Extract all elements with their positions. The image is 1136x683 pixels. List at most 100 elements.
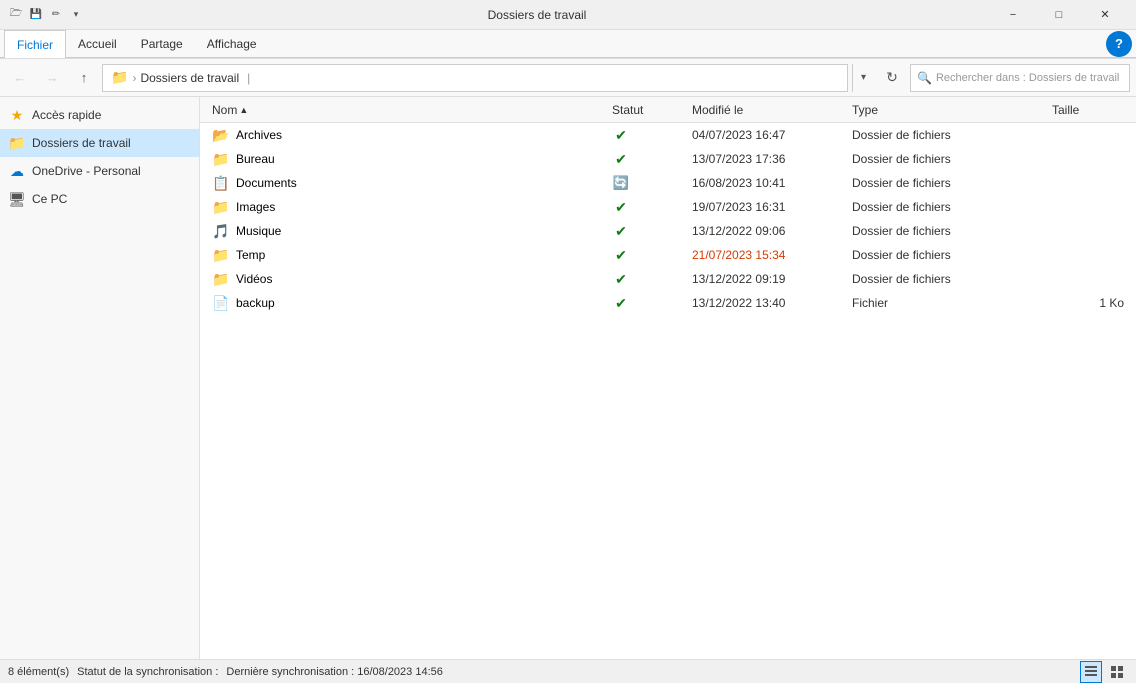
table-row[interactable]: 📁 Images ✔ 19/07/2023 16:31 Dossier de f… — [200, 195, 1136, 219]
tab-accueil[interactable]: Accueil — [66, 30, 129, 58]
file-name: Vidéos — [236, 272, 272, 286]
table-row[interactable]: 📄 backup ✔ 13/12/2022 13:40 Fichier 1 Ko — [200, 291, 1136, 315]
table-row[interactable]: 📁 Temp ✔ 21/07/2023 15:34 Dossier de fic… — [200, 243, 1136, 267]
music-folder-icon: 🎵 — [212, 222, 230, 240]
tab-affichage[interactable]: Affichage — [195, 30, 269, 58]
refresh-button[interactable]: ↻ — [878, 64, 906, 92]
sidebar-label-onedrive: OneDrive - Personal — [32, 164, 141, 178]
col-header-modifie[interactable]: Modifié le — [688, 103, 848, 117]
sync-icon: ✔ — [612, 270, 630, 288]
file-name: Bureau — [236, 152, 275, 166]
title-icon-3: ✏ — [48, 7, 64, 23]
modified-cell: 13/07/2023 17:36 — [688, 152, 848, 166]
file-list: Nom ▲ Statut Modifié le Type Taille 📂 Ar… — [200, 97, 1136, 659]
file-name-cell: 🎵 Musique — [208, 222, 608, 240]
file-icon: 📄 — [212, 294, 230, 312]
forward-button[interactable]: → — [38, 64, 66, 92]
status-bar: 8 élément(s) Statut de la synchronisatio… — [0, 659, 1136, 683]
tab-fichier[interactable]: Fichier — [4, 30, 66, 58]
col-statut-label: Statut — [612, 103, 643, 117]
tab-partage[interactable]: Partage — [129, 30, 195, 58]
syncing-icon: 🔄 — [612, 174, 630, 192]
type-cell: Dossier de fichiers — [848, 200, 1048, 214]
address-bar: ← → ↑ 📁 › Dossiers de travail | ▾ ↻ 🔍 Re… — [0, 59, 1136, 97]
type-cell: Dossier de fichiers — [848, 224, 1048, 238]
modified-cell: 13/12/2022 09:06 — [688, 224, 848, 238]
modified-cell: 13/12/2022 09:19 — [688, 272, 848, 286]
type-cell: Dossier de fichiers — [848, 248, 1048, 262]
back-button[interactable]: ← — [6, 64, 34, 92]
file-name-cell: 📂 Archives — [208, 126, 608, 144]
maximize-button[interactable]: □ — [1036, 0, 1082, 30]
sidebar-item-acces-rapide[interactable]: ★ Accès rapide — [0, 101, 199, 129]
col-header-taille[interactable]: Taille — [1048, 103, 1128, 117]
sync-icon: ✔ — [612, 126, 630, 144]
tiles-view-button[interactable] — [1106, 661, 1128, 683]
folder-work-icon: 📁 — [8, 134, 26, 152]
col-header-type[interactable]: Type — [848, 103, 1048, 117]
col-header-nom[interactable]: Nom ▲ — [208, 103, 608, 117]
sidebar-item-dossiers-de-travail[interactable]: 📁 Dossiers de travail — [0, 129, 199, 157]
last-sync: Dernière synchronisation : 16/08/2023 14… — [226, 666, 442, 678]
file-name: Images — [236, 200, 275, 214]
col-type-label: Type — [852, 103, 878, 117]
up-button[interactable]: ↑ — [70, 64, 98, 92]
file-name: Musique — [236, 224, 281, 238]
path-separator: › — [132, 71, 136, 85]
minimize-button[interactable]: − — [990, 0, 1036, 30]
app-icon: 🗁 — [8, 7, 24, 23]
table-row[interactable]: 📁 Bureau ✔ 13/07/2023 17:36 Dossier de f… — [200, 147, 1136, 171]
help-button[interactable]: ? — [1106, 31, 1132, 57]
title-icon-qat: ▾ — [68, 7, 84, 23]
search-box[interactable]: 🔍 Rechercher dans : Dossiers de travail — [910, 64, 1130, 92]
sync-icon: ✔ — [612, 222, 630, 240]
modified-cell: 21/07/2023 15:34 — [688, 248, 848, 262]
file-name-cell: 📋 Documents — [208, 174, 608, 192]
details-view-button[interactable] — [1080, 661, 1102, 683]
tiles-view-icon — [1110, 665, 1124, 679]
cursor-indicator: | — [247, 71, 250, 85]
search-icon: 🔍 — [917, 71, 932, 85]
type-cell: Dossier de fichiers — [848, 152, 1048, 166]
path-folder-icon: 📁 — [111, 69, 128, 86]
path-current: Dossiers de travail — [140, 71, 239, 85]
status-cell: ✔ — [608, 198, 688, 216]
sidebar-label-ce-pc: Ce PC — [32, 192, 67, 206]
status-cell: ✔ — [608, 246, 688, 264]
file-name: Temp — [236, 248, 265, 262]
title-icon-2: 💾 — [28, 7, 44, 23]
folder-temp-icon: 📁 — [212, 246, 230, 264]
star-icon: ★ — [8, 106, 26, 124]
address-dropdown[interactable]: ▾ — [852, 64, 874, 92]
sidebar-label-dossiers: Dossiers de travail — [32, 136, 131, 150]
sync-icon: ✔ — [612, 246, 630, 264]
table-row[interactable]: 📋 Documents 🔄 16/08/2023 10:41 Dossier d… — [200, 171, 1136, 195]
status-cell: ✔ — [608, 270, 688, 288]
col-header-statut[interactable]: Statut — [608, 103, 688, 117]
close-button[interactable]: ✕ — [1082, 0, 1128, 30]
folder-images-icon: 📁 — [212, 198, 230, 216]
sidebar: ★ Accès rapide 📁 Dossiers de travail ☁ O… — [0, 97, 200, 659]
sidebar-item-ce-pc[interactable]: 🖥 Ce PC — [0, 185, 199, 213]
type-cell: Dossier de fichiers — [848, 128, 1048, 142]
file-list-header: Nom ▲ Statut Modifié le Type Taille — [200, 97, 1136, 123]
table-row[interactable]: 📁 Vidéos ✔ 13/12/2022 09:19 Dossier de f… — [200, 267, 1136, 291]
sync-icon: ✔ — [612, 294, 630, 312]
type-cell: Dossier de fichiers — [848, 176, 1048, 190]
item-count: 8 élément(s) — [8, 666, 69, 678]
sync-status-label: Statut de la synchronisation : — [77, 666, 218, 678]
cloud-icon: ☁ — [8, 162, 26, 180]
file-name-cell: 📁 Images — [208, 198, 608, 216]
table-row[interactable]: 📂 Archives ✔ 04/07/2023 16:47 Dossier de… — [200, 123, 1136, 147]
file-name-cell: 📁 Bureau — [208, 150, 608, 168]
address-path[interactable]: 📁 › Dossiers de travail | — [102, 64, 848, 92]
modified-cell: 19/07/2023 16:31 — [688, 200, 848, 214]
table-row[interactable]: 🎵 Musique ✔ 13/12/2022 09:06 Dossier de … — [200, 219, 1136, 243]
size-cell: 1 Ko — [1048, 296, 1128, 310]
status-cell: ✔ — [608, 222, 688, 240]
window-title: Dossiers de travail — [84, 8, 990, 22]
ribbon: Fichier Accueil Partage Affichage ? — [0, 30, 1136, 59]
sidebar-item-onedrive[interactable]: ☁ OneDrive - Personal — [0, 157, 199, 185]
modified-cell: 13/12/2022 13:40 — [688, 296, 848, 310]
sync-icon: ✔ — [612, 198, 630, 216]
